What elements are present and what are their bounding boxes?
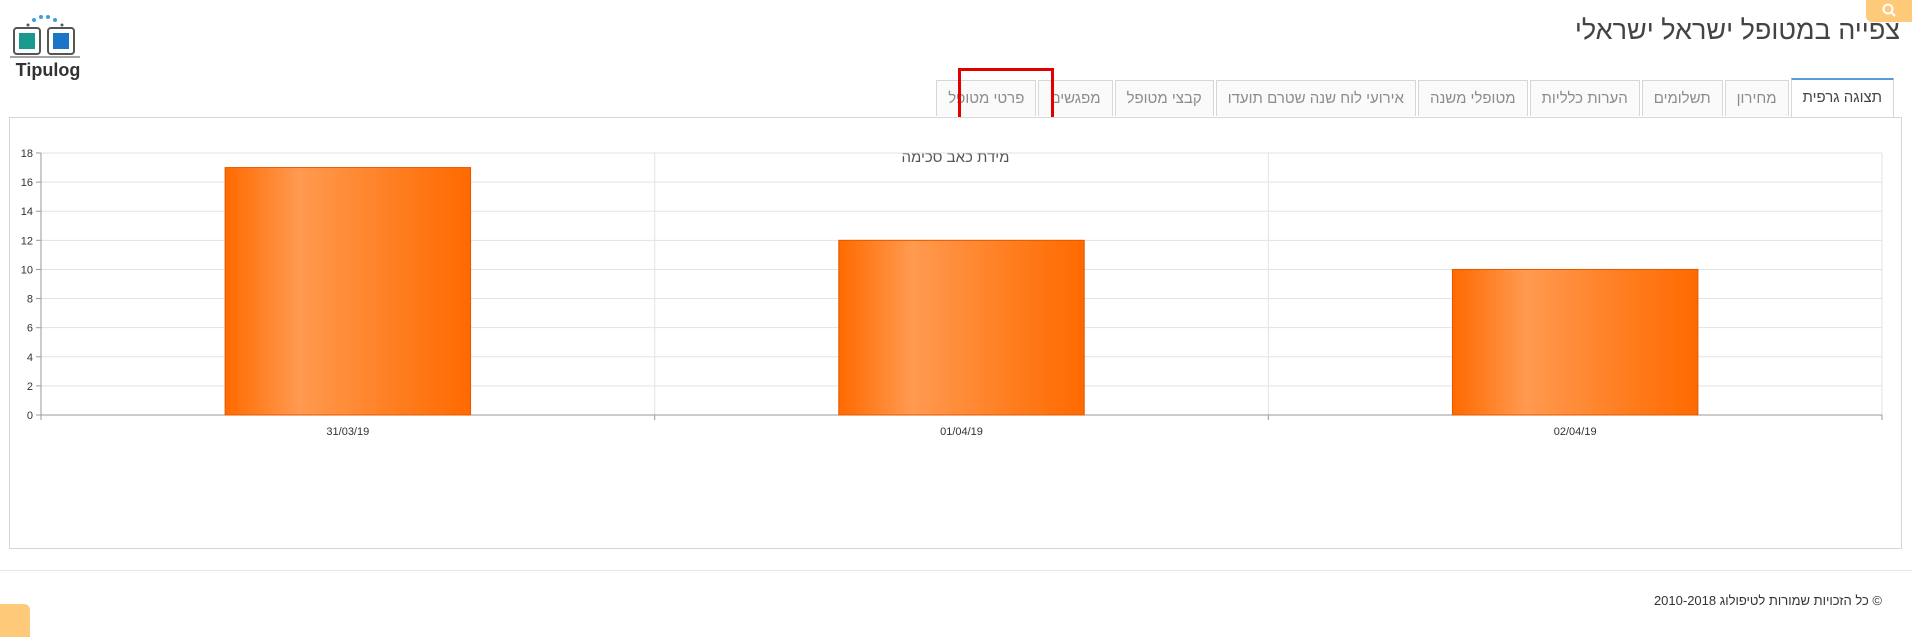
logo-text: Tipulog — [15, 60, 81, 80]
y-tick-label: 0 — [27, 410, 33, 422]
tab-meetings[interactable]: מפגשים — [1038, 80, 1113, 116]
y-tick-label: 14 — [21, 206, 33, 218]
tab-price-list[interactable]: מחירון — [1724, 80, 1789, 116]
x-tick-label: 02/04/19 — [1554, 426, 1597, 438]
y-tick-label: 4 — [27, 352, 33, 364]
x-tick-label: 01/04/19 — [940, 426, 983, 438]
y-tick-label: 16 — [21, 177, 33, 189]
x-tick-label: 31/03/19 — [326, 426, 369, 438]
tab-graphic-view[interactable]: תצוגה גרפית — [1790, 78, 1894, 117]
bar — [838, 239, 1085, 416]
footer-divider — [0, 570, 1912, 571]
tab-sub-patients[interactable]: מטופלי משנה — [1417, 80, 1528, 116]
bar — [1451, 268, 1699, 416]
y-tick-label: 10 — [21, 264, 33, 276]
y-tick-label: 18 — [21, 148, 33, 160]
tab-payments[interactable]: תשלומים — [1641, 80, 1723, 116]
tab-patient-files[interactable]: קבצי מטופל — [1114, 80, 1214, 116]
y-tick-label: 12 — [21, 235, 33, 247]
logo-icon — [10, 15, 80, 58]
tab-undocumented-events[interactable]: אירועי לוח שנה שטרם תועדו — [1215, 80, 1416, 116]
page-title: צפייה במטופל ישראל ישראלי — [1574, 15, 1900, 45]
chart-panel: מידת כאב סכימה 0 2 4 6 8 10 12 14 16 18 31/03/19 01… — [9, 117, 1902, 549]
bar-chart: 0 2 4 6 8 10 12 14 16 18 31/03/19 01/04/19 02/04/19 — [21, 148, 1883, 438]
y-tick-label: 6 — [27, 323, 33, 335]
tab-general-notes[interactable]: הערות כלליות — [1529, 80, 1640, 116]
copyright-text: © כל הזכויות שמורות לטיפולוג 2010-2018 — [1653, 593, 1882, 608]
y-tick-label: 8 — [27, 294, 33, 306]
bar — [224, 167, 472, 416]
tab-patient-details[interactable]: פרטי מטופל — [936, 80, 1037, 116]
tab-bar: פרטי מטופל מפגשים קבצי מטופל אירועי לוח … — [934, 78, 1894, 117]
corner-widget[interactable] — [0, 604, 30, 637]
tipulog-logo[interactable]: Tipulog — [8, 14, 82, 80]
y-tick-label: 2 — [27, 381, 33, 393]
